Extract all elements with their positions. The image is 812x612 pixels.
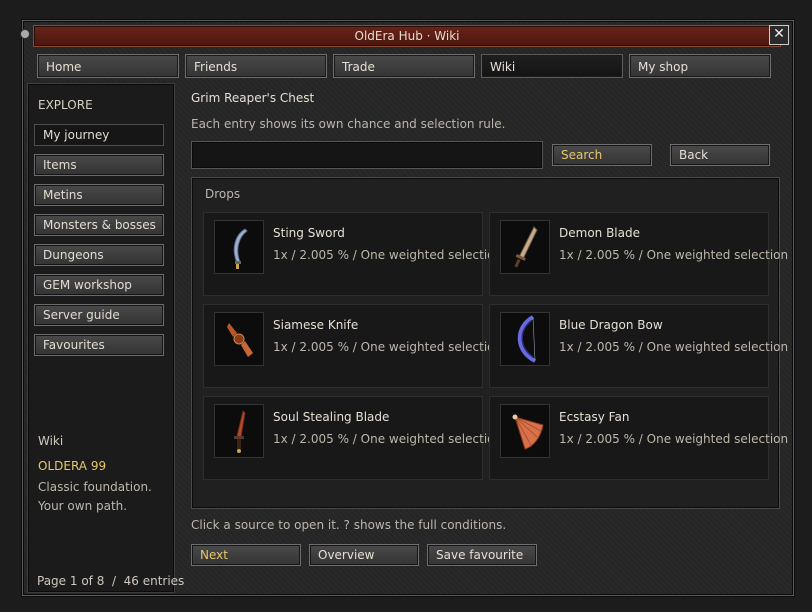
window-title: OldEra Hub · Wiki xyxy=(354,29,460,43)
fan-icon xyxy=(500,404,550,458)
blade-icon xyxy=(500,220,550,274)
tab-my-shop[interactable]: My shop xyxy=(629,54,771,78)
sidebar-item-dungeons[interactable]: Dungeons xyxy=(34,244,164,266)
drop-card[interactable]: Blue Dragon Bow 1x / 2.005 % / One weigh… xyxy=(489,304,788,388)
hint-text: Click a source to open it. ? shows the f… xyxy=(191,518,507,532)
sidebar-item-monsters[interactable]: Monsters & bosses xyxy=(34,214,164,236)
search-input[interactable] xyxy=(191,141,543,169)
item-rule: 1x / 2.005 % / One weighted selection xyxy=(273,432,503,446)
wiki-window: OldEra Hub · Wiki ✕ Home Friends Trade W… xyxy=(20,20,794,596)
item-name: Blue Dragon Bow xyxy=(559,318,663,332)
search-button[interactable]: Search xyxy=(552,144,652,166)
item-rule: 1x / 2.005 % / One weighted selection xyxy=(273,248,503,262)
item-name: Ecstasy Fan xyxy=(559,410,630,424)
wiki-label: Wiki xyxy=(38,434,64,448)
item-name: Demon Blade xyxy=(559,226,640,240)
pin-icon xyxy=(20,29,30,39)
sword-icon xyxy=(214,220,264,274)
item-rule: 1x / 2.005 % / One weighted selection xyxy=(559,248,789,262)
close-button[interactable]: ✕ xyxy=(769,25,789,45)
tab-home[interactable]: Home xyxy=(37,54,179,78)
sidebar-item-gem-workshop[interactable]: GEM workshop xyxy=(34,274,164,296)
tab-friends[interactable]: Friends xyxy=(185,54,327,78)
item-name: Soul Stealing Blade xyxy=(273,410,390,424)
tagline-line-1: Classic foundation. xyxy=(38,480,152,494)
item-rule: 1x / 2.005 % / One weighted selection xyxy=(559,432,789,446)
explore-heading: EXPLORE xyxy=(38,98,93,112)
drop-card[interactable]: Siamese Knife 1x / 2.005 % / One weighte… xyxy=(203,304,502,388)
sidebar: EXPLORE My journey Items Metins Monsters… xyxy=(27,83,175,593)
save-favourite-button[interactable]: Save favourite xyxy=(427,544,537,566)
sidebar-item-metins[interactable]: Metins xyxy=(34,184,164,206)
pagination-status: Page 1 of 8 / 46 entries xyxy=(37,574,185,588)
sidebar-item-my-journey[interactable]: My journey xyxy=(34,124,164,146)
drop-card[interactable]: Soul Stealing Blade 1x / 2.005 % / One w… xyxy=(203,396,502,480)
blade-icon xyxy=(214,404,264,458)
drop-card[interactable]: Demon Blade 1x / 2.005 % / One weighted … xyxy=(489,212,788,296)
sidebar-item-server-guide[interactable]: Server guide xyxy=(34,304,164,326)
next-button[interactable]: Next xyxy=(191,544,301,566)
knife-icon xyxy=(214,312,264,366)
page-description: Each entry shows its own chance and sele… xyxy=(191,117,506,131)
brand-name: OLDERA 99 xyxy=(38,459,107,473)
sidebar-item-favourites[interactable]: Favourites xyxy=(34,334,164,356)
drop-card[interactable]: Sting Sword 1x / 2.005 % / One weighted … xyxy=(203,212,502,296)
item-name: Sting Sword xyxy=(273,226,345,240)
title-bar: OldEra Hub · Wiki xyxy=(20,25,781,47)
back-button[interactable]: Back xyxy=(670,144,770,166)
sidebar-item-items[interactable]: Items xyxy=(34,154,164,176)
tab-trade[interactable]: Trade xyxy=(333,54,475,78)
drops-label: Drops xyxy=(205,187,241,201)
bow-icon xyxy=(500,312,550,366)
page-title: Grim Reaper's Chest xyxy=(191,91,315,105)
item-rule: 1x / 2.005 % / One weighted selection xyxy=(273,340,503,354)
item-rule: 1x / 2.005 % / One weighted selection xyxy=(559,340,789,354)
overview-button[interactable]: Overview xyxy=(309,544,419,566)
item-name: Siamese Knife xyxy=(273,318,359,332)
tagline-line-2: Your own path. xyxy=(38,499,128,513)
drop-card[interactable]: Ecstasy Fan 1x / 2.005 % / One weighted … xyxy=(489,396,788,480)
drops-panel: Drops Sting Sword 1x / 2.005 % / One wei… xyxy=(191,177,788,509)
tab-wiki[interactable]: Wiki xyxy=(481,54,623,78)
